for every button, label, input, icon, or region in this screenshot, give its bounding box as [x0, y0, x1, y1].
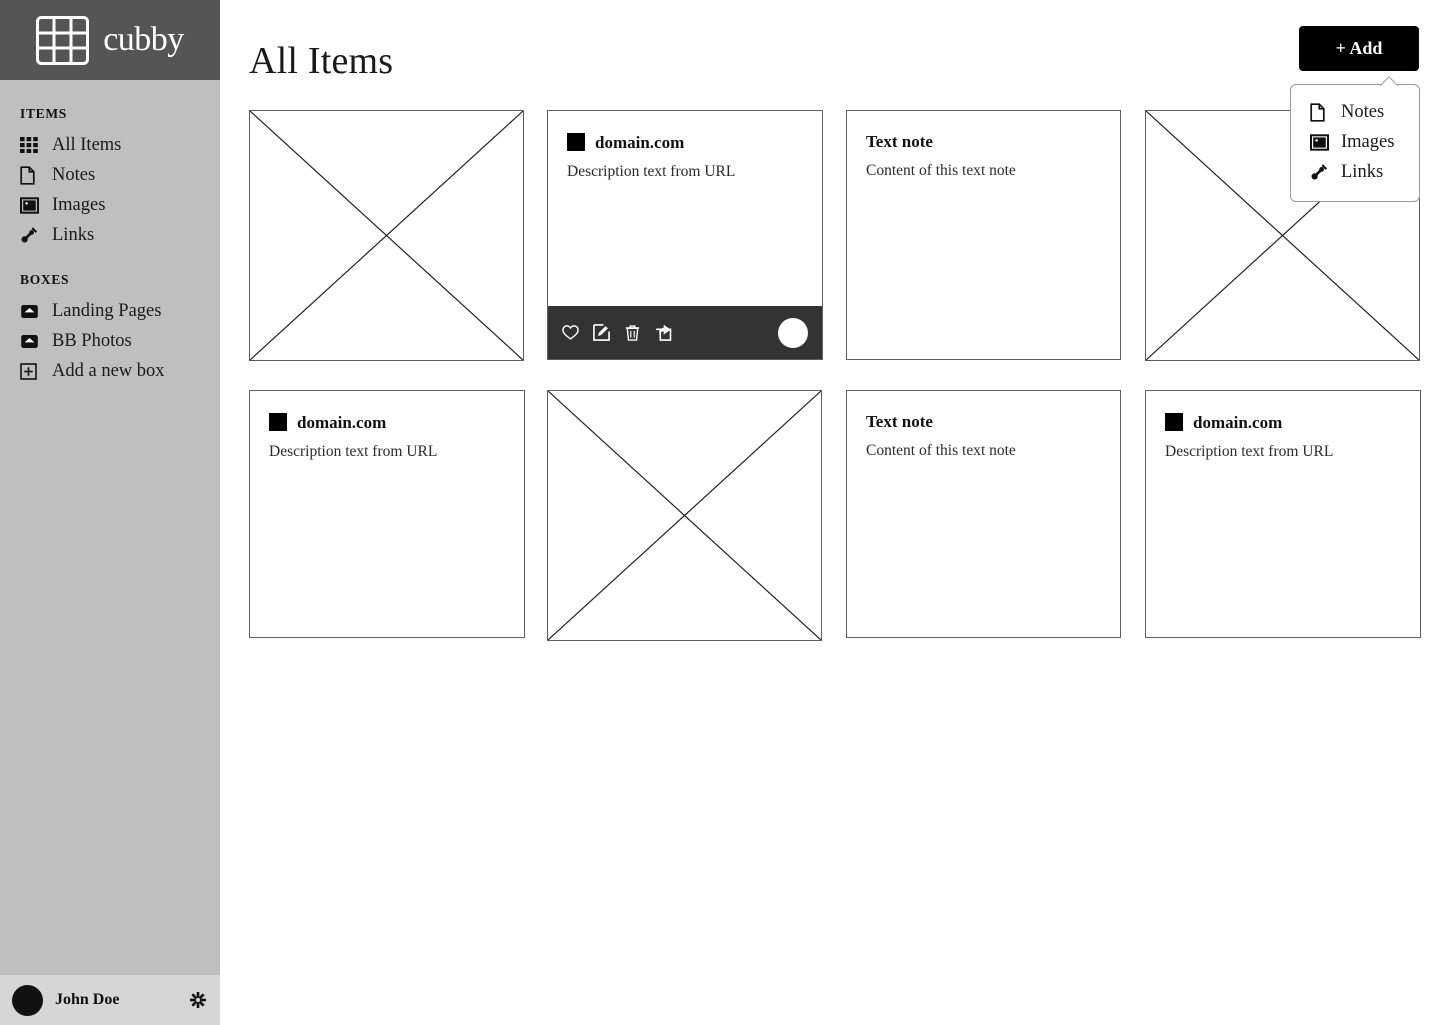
card-link-hovered[interactable]: domain.com Description text from URL: [547, 110, 823, 360]
sidebar-section-title-items: ITEMS: [20, 106, 68, 121]
sidebar-section-title-boxes: BOXES: [20, 272, 70, 287]
sidebar-item-add-a-new-box[interactable]: Add a new box: [0, 356, 220, 386]
card-description: Content of this text note: [866, 162, 1016, 179]
sidebar-nav-items: All Items Notes Images Links: [0, 130, 220, 250]
card-head: Text note: [866, 133, 1101, 150]
card-title: domain.com: [595, 132, 685, 152]
sidebar-item-label: Links: [52, 224, 95, 245]
trash-icon[interactable]: [624, 324, 655, 341]
menu-item-notes[interactable]: Notes: [1291, 97, 1419, 127]
sidebar-item-label: Images: [52, 194, 106, 215]
sidebar-item-notes[interactable]: Notes: [0, 160, 220, 190]
brand-name: cubby: [103, 21, 184, 58]
sidebar-section-items: ITEMS All Items Notes Images Links: [0, 106, 220, 250]
card-image-placeholder[interactable]: [249, 110, 524, 361]
heart-icon[interactable]: [562, 324, 593, 341]
card-note[interactable]: Text note Content of this text note: [846, 110, 1121, 360]
share-icon[interactable]: [655, 324, 686, 341]
edit-square-icon[interactable]: [593, 324, 624, 341]
menu-item-label: Links: [1341, 161, 1384, 182]
sidebar-item-label: Landing Pages: [52, 300, 162, 321]
sidebar-item-label: Notes: [52, 164, 96, 185]
sidebar-item-label: All Items: [52, 134, 122, 155]
inbox-icon: [20, 302, 42, 320]
favicon-square: [567, 133, 585, 151]
file-icon: [1310, 102, 1330, 122]
card-body: domain.com Description text from URL: [1146, 391, 1420, 462]
sidebar-section-boxes: BOXES Landing Pages BB Photos Add a new …: [0, 272, 220, 386]
card-title: Text note: [866, 412, 933, 431]
favicon-square: [269, 413, 287, 431]
card-body: Text note Content of this text note: [847, 111, 1120, 181]
card-head: domain.com: [269, 413, 505, 431]
card-head: Text note: [866, 413, 1101, 430]
plus-square-icon: [20, 362, 42, 380]
image-icon: [1310, 133, 1330, 151]
menu-item-links[interactable]: Links: [1291, 157, 1419, 187]
card-toolbar: [548, 306, 822, 359]
card-title: Text note: [866, 132, 933, 151]
sidebar-item-landing-pages[interactable]: Landing Pages: [0, 296, 220, 326]
sidebar: cubby ITEMS All Items Notes Images Links…: [0, 0, 220, 1025]
card-body: domain.com Description text from URL: [548, 111, 822, 182]
page-title: All Items: [249, 40, 394, 82]
image-placeholder-x: [548, 391, 821, 640]
card-description: Description text from URL: [1165, 443, 1334, 460]
card-body: domain.com Description text from URL: [250, 391, 524, 462]
favicon-square: [1165, 413, 1183, 431]
menu-arrow: [1380, 76, 1398, 86]
grid-icon: [20, 136, 42, 154]
card-body: Text note Content of this text note: [847, 391, 1120, 461]
grid-logo-icon: [36, 15, 90, 65]
card-link[interactable]: domain.com Description text from URL: [249, 390, 525, 638]
link-icon: [1310, 163, 1330, 181]
sidebar-footer: John Doe: [0, 975, 220, 1025]
add-menu: Notes Images Links: [1290, 84, 1420, 202]
file-icon: [20, 165, 42, 185]
card-head: domain.com: [567, 133, 803, 151]
card-head: domain.com: [1165, 413, 1401, 431]
card-title: domain.com: [1193, 412, 1283, 432]
brand-logo[interactable]: cubby: [0, 0, 220, 80]
app-root: cubby ITEMS All Items Notes Images Links…: [0, 0, 1440, 1025]
image-placeholder-x: [250, 111, 523, 360]
inbox-icon: [20, 332, 42, 350]
card-description: Description text from URL: [567, 163, 736, 180]
card-link[interactable]: domain.com Description text from URL: [1145, 390, 1421, 638]
sidebar-item-links[interactable]: Links: [0, 220, 220, 250]
menu-item-images[interactable]: Images: [1291, 127, 1419, 157]
menu-item-label: Notes: [1341, 101, 1385, 122]
sidebar-item-bb-photos[interactable]: BB Photos: [0, 326, 220, 356]
card-description: Content of this text note: [866, 442, 1016, 459]
sidebar-item-label: Add a new box: [52, 360, 165, 381]
card-note[interactable]: Text note Content of this text note: [846, 390, 1121, 638]
sidebar-nav-boxes: Landing Pages BB Photos Add a new box: [0, 296, 220, 386]
sidebar-item-label: BB Photos: [52, 330, 132, 351]
gear-icon[interactable]: [190, 992, 206, 1008]
link-icon: [20, 226, 42, 244]
user-name: John Doe: [55, 991, 120, 1008]
main-content: All Items + Add Notes Images Links domai…: [220, 0, 1440, 1025]
card-title: domain.com: [297, 412, 387, 432]
menu-item-label: Images: [1341, 131, 1395, 152]
circle-avatar[interactable]: [778, 317, 808, 348]
image-icon: [20, 196, 42, 214]
card-description: Description text from URL: [269, 443, 438, 460]
sidebar-item-all-items[interactable]: All Items: [0, 130, 220, 160]
card-image-placeholder[interactable]: [547, 390, 822, 641]
add-button[interactable]: + Add: [1299, 26, 1419, 71]
sidebar-item-images[interactable]: Images: [0, 190, 220, 220]
avatar[interactable]: [12, 984, 43, 1016]
